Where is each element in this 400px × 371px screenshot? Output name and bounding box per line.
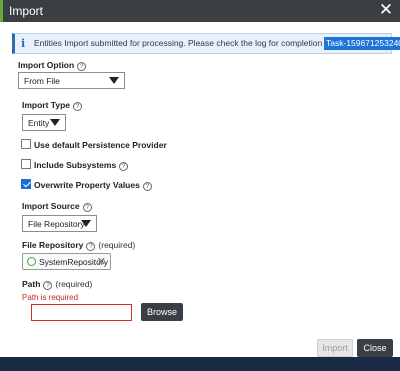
include-subsystems-label-text: Include Subsystems	[34, 160, 117, 170]
info-message: Entities Import submitted for processing…	[34, 38, 357, 48]
chevron-down-icon	[50, 119, 60, 126]
overwrite-values-checkbox[interactable]	[21, 179, 31, 189]
overwrite-values-label: Overwrite Property Values?	[34, 180, 152, 191]
import-dialog: Import ✕ i Entities Import submitted for…	[0, 0, 400, 357]
default-persistence-checkbox[interactable]	[21, 139, 31, 149]
default-persistence-label-text: Use default Persistence Provider	[34, 140, 167, 150]
import-option-value: From File	[24, 76, 60, 86]
file-repository-label-text: File Repository	[22, 240, 84, 250]
import-source-value: File Repository	[28, 219, 85, 229]
default-persistence-label: Use default Persistence Provider	[34, 140, 167, 150]
overwrite-values-label-text: Overwrite Property Values	[34, 180, 140, 190]
help-icon[interactable]: ?	[142, 182, 152, 191]
required-indicator: (required)	[55, 279, 93, 289]
import-source-label-text: Import Source	[22, 201, 80, 211]
file-repository-label: File Repository? (required)	[22, 240, 135, 251]
help-icon[interactable]: ?	[73, 102, 83, 111]
import-option-label-text: Import Option	[18, 60, 75, 70]
repository-icon	[27, 257, 36, 266]
path-label: Path? (required)	[22, 279, 92, 290]
import-type-label-text: Import Type	[22, 100, 71, 110]
dialog-titlebar: Import ✕	[0, 0, 400, 22]
task-id-highlight[interactable]: Task-1596712532408	[324, 37, 400, 50]
help-icon[interactable]: ?	[119, 162, 129, 171]
import-source-select[interactable]: File Repository	[22, 215, 97, 232]
help-icon[interactable]: ?	[82, 203, 92, 212]
info-icon: i	[21, 37, 26, 50]
close-icon[interactable]: ✕	[377, 1, 395, 19]
include-subsystems-checkbox[interactable]	[21, 159, 31, 169]
import-source-label: Import Source?	[22, 201, 92, 212]
remove-chip-icon[interactable]: ✕	[97, 255, 106, 268]
background-app	[0, 355, 400, 371]
required-indicator: (required)	[98, 240, 136, 250]
dialog-title: Import	[9, 4, 44, 18]
path-error-message: Path is required	[22, 293, 79, 302]
help-icon[interactable]: ?	[77, 62, 87, 71]
path-label-text: Path	[22, 279, 41, 289]
import-button[interactable]: Import	[317, 339, 353, 357]
repository-chip[interactable]: SystemRepository ✕	[22, 253, 111, 270]
help-icon[interactable]: ?	[43, 281, 53, 290]
import-option-label: Import Option?	[18, 60, 87, 71]
import-type-select[interactable]: Entity	[22, 114, 66, 131]
chevron-down-icon	[81, 220, 91, 227]
import-option-select[interactable]: From File	[18, 72, 125, 89]
import-type-label: Import Type?	[22, 100, 83, 111]
info-message-bar: i Entities Import submitted for processi…	[12, 33, 400, 54]
import-type-value: Entity	[28, 118, 50, 128]
help-icon[interactable]: ?	[86, 242, 96, 251]
browse-button[interactable]: Browse	[141, 303, 183, 321]
path-input[interactable]	[31, 304, 132, 321]
close-button[interactable]: Close	[357, 339, 393, 357]
chevron-down-icon	[109, 77, 119, 84]
include-subsystems-label: Include Subsystems?	[34, 160, 129, 171]
